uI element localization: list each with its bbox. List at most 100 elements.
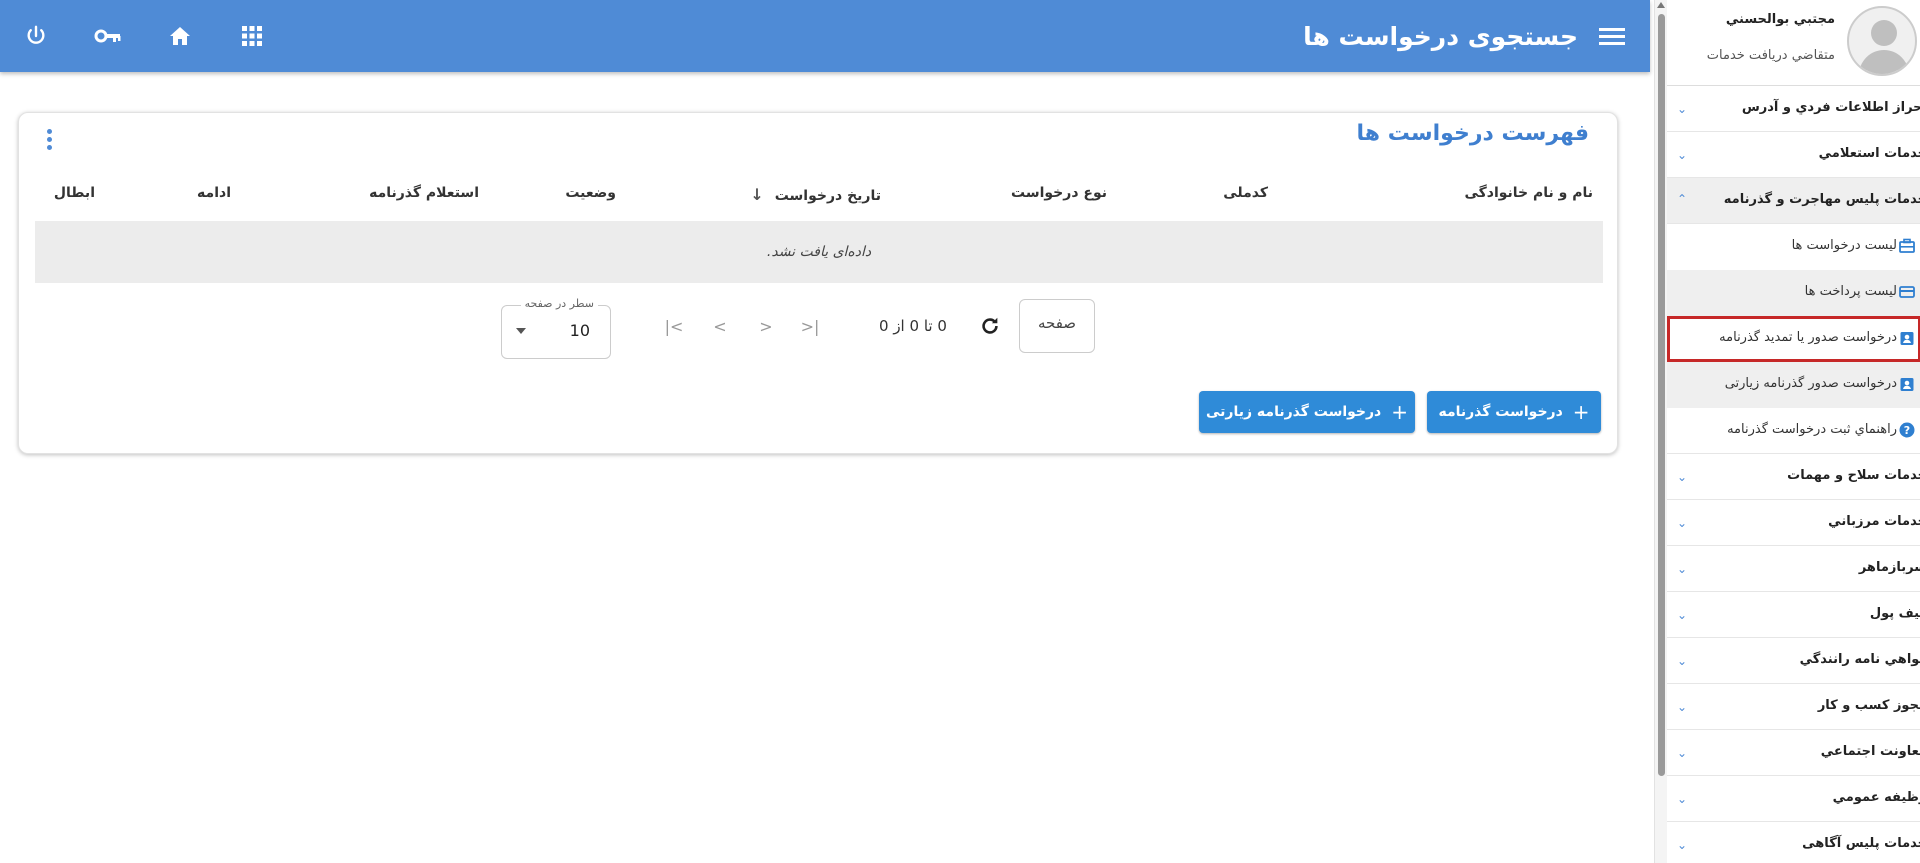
power-icon[interactable] — [20, 20, 52, 52]
sort-down-icon[interactable]: ↓ — [750, 185, 763, 204]
next-page-icon[interactable]: > — [755, 313, 777, 339]
plus-icon: + — [1572, 400, 1590, 424]
last-page-icon[interactable]: >| — [799, 313, 821, 339]
column-header-request-date[interactable]: تاریخ درخواست ↓ — [750, 185, 881, 204]
rows-per-page-label: سطر در صفحه — [520, 297, 598, 310]
sidebar-item-driving-license[interactable]: گواهي نامه رانندگي ⌄ — [1667, 638, 1920, 684]
avatar[interactable] — [1847, 6, 1917, 76]
sidebar-scrollbar[interactable] — [1655, 0, 1667, 863]
sidebar-subitem-label: ليست درخواست ها — [1791, 238, 1897, 253]
sidebar-item-label: وظيفه عمومي — [1832, 790, 1920, 805]
rows-per-page-select[interactable]: سطر در صفحه 10 — [501, 297, 611, 359]
key-icon[interactable] — [92, 20, 124, 52]
dropdown-caret-icon — [516, 328, 526, 334]
sidebar-subitem-passport-issue-renew[interactable]: درخواست صدور يا تمديد گذرنامه — [1667, 316, 1920, 362]
scrollbar-thumb[interactable] — [1658, 14, 1665, 776]
sidebar-item-label: گواهي نامه رانندگي — [1799, 652, 1920, 667]
column-header-passport-inquiry[interactable]: استعلام گذرنامه — [369, 185, 479, 201]
chevron-down-icon: ⌄ — [1677, 746, 1688, 760]
user-name: مجتبي بوالحسني — [1725, 12, 1835, 27]
sidebar-item-label: مجوز کسب و کار — [1817, 698, 1920, 713]
refresh-icon[interactable] — [979, 315, 1005, 341]
menu-icon[interactable] — [1596, 20, 1628, 52]
sidebar-item-label: سربازماهر — [1858, 560, 1920, 575]
sidebar-subitem-pilgrim-passport[interactable]: درخواست صدور گذرنامه زیارتی — [1667, 362, 1920, 408]
sidebar-subitem-label: درخواست صدور يا تمديد گذرنامه — [1719, 330, 1897, 345]
column-header-full-name[interactable]: نام و نام خانوادگی — [1464, 185, 1593, 201]
pilgrim-passport-request-label: درخواست گذرنامه زیارتی — [1205, 404, 1382, 420]
svg-text:?: ? — [1904, 424, 1910, 437]
sidebar-item-inquiry-services[interactable]: خدمات استعلامي ⌄ — [1667, 132, 1920, 178]
chevron-down-icon: ⌄ — [1677, 148, 1688, 162]
chevron-down-icon: ⌄ — [1677, 102, 1688, 116]
user-profile: مجتبي بوالحسني متقاضي دريافت خدمات — [1667, 0, 1920, 86]
column-header-continue[interactable]: ادامه — [197, 185, 231, 201]
sidebar-subitem-payments-list[interactable]: ليست پرداخت ها — [1667, 270, 1920, 316]
sidebar: مجتبي بوالحسني متقاضي دريافت خدمات احراز… — [1654, 0, 1920, 863]
sidebar-item-label: معاونت اجتماعي — [1820, 744, 1920, 759]
sidebar-item-weapons-ammo[interactable]: خدمات سلاح و مهمات ⌄ — [1667, 454, 1920, 500]
credit-card-icon — [1899, 284, 1915, 300]
scroll-up-arrow-icon[interactable] — [1657, 2, 1665, 8]
chevron-down-icon: ⌄ — [1677, 838, 1688, 852]
pagination: صفحه 0 تا 0 از 0 >| > < |< سطر در صفحه 1… — [19, 293, 1619, 359]
chevron-up-icon: ⌃ — [1677, 192, 1688, 206]
sidebar-item-identity-address[interactable]: احراز اطلاعات فردي و آدرس ⌄ — [1667, 86, 1920, 132]
sidebar-item-label: کیف پول — [1869, 606, 1920, 621]
sidebar-item-label: احراز اطلاعات فردي و آدرس — [1741, 100, 1920, 115]
column-header-status[interactable]: وضعیت — [565, 185, 616, 201]
column-header-national-code[interactable]: کدملی — [1223, 185, 1268, 201]
more-options-icon[interactable] — [43, 127, 55, 153]
sidebar-item-label: خدمات سلاح و مهمات — [1787, 468, 1920, 483]
plus-icon: + — [1391, 400, 1409, 424]
chevron-down-icon: ⌄ — [1677, 470, 1688, 484]
sidebar-subitem-requests-list[interactable]: ليست درخواست ها — [1667, 224, 1920, 270]
previous-page-icon[interactable]: < — [709, 313, 731, 339]
chevron-down-icon: ⌄ — [1677, 700, 1688, 714]
pilgrim-passport-request-button[interactable]: + درخواست گذرنامه زیارتی — [1199, 391, 1415, 433]
page-number-box[interactable]: صفحه — [1019, 299, 1095, 353]
chevron-down-icon: ⌄ — [1677, 516, 1688, 530]
rows-per-page-value: 10 — [569, 321, 590, 340]
request-date-label: تاریخ درخواست — [774, 188, 881, 204]
sidebar-item-skilled-soldier[interactable]: سربازماهر ⌄ — [1667, 546, 1920, 592]
pagination-range: 0 تا 0 از 0 — [879, 317, 947, 335]
empty-message: داده‌ای یافت نشد. — [766, 244, 872, 260]
sidebar-subitem-passport-guide[interactable]: ? راهنماي ثبت درخواست گذرنامه — [1667, 408, 1920, 454]
sidebar-item-wallet[interactable]: کیف پول ⌄ — [1667, 592, 1920, 638]
chevron-down-icon: ⌄ — [1677, 654, 1688, 668]
sidebar-item-label: خدمات استعلامي — [1818, 146, 1920, 161]
sidebar-subitem-label: درخواست صدور گذرنامه زیارتی — [1724, 376, 1897, 391]
sidebar-item-immigration-passport[interactable]: خدمات پليس مهاجرت و گذرنامه ⌃ — [1667, 178, 1920, 224]
sidebar-item-social-deputy[interactable]: معاونت اجتماعي ⌄ — [1667, 730, 1920, 776]
user-role: متقاضي دريافت خدمات — [1706, 48, 1835, 63]
sidebar-item-label: خدمات مرزباني — [1828, 514, 1920, 529]
passport-request-label: درخواست گذرنامه — [1438, 404, 1563, 420]
chevron-down-icon: ⌄ — [1677, 562, 1688, 576]
badge-icon — [1899, 330, 1915, 346]
home-icon[interactable] — [164, 20, 196, 52]
card-title: فهرست درخواست ها — [1356, 121, 1589, 146]
sidebar-item-business-license[interactable]: مجوز کسب و کار ⌄ — [1667, 684, 1920, 730]
sidebar-item-label: خدمات پليس مهاجرت و گذرنامه — [1723, 192, 1920, 207]
top-bar: جستجوی درخواست ها — [0, 0, 1650, 72]
sidebar-menu: احراز اطلاعات فردي و آدرس ⌄ خدمات استعلا… — [1667, 86, 1920, 863]
page-title: جستجوی درخواست ها — [1303, 21, 1578, 51]
app-root: جستجوی درخواست ها فهرست درخواست ها نام و… — [0, 0, 1920, 863]
sidebar-item-border-services[interactable]: خدمات مرزباني ⌄ — [1667, 500, 1920, 546]
badge-icon — [1899, 376, 1915, 392]
sidebar-subitem-label: ليست پرداخت ها — [1804, 284, 1897, 299]
chevron-down-icon: ⌄ — [1677, 792, 1688, 806]
sidebar-item-detective-police[interactable]: خدمات پلیس آگاهی ⌄ — [1667, 822, 1920, 863]
passport-request-button[interactable]: + درخواست گذرنامه — [1427, 391, 1601, 433]
sidebar-item-label: خدمات پلیس آگاهی — [1802, 836, 1920, 851]
help-icon: ? — [1899, 422, 1915, 438]
sidebar-item-public-duty[interactable]: وظيفه عمومي ⌄ — [1667, 776, 1920, 822]
apps-grid-icon[interactable] — [236, 20, 268, 52]
first-page-icon[interactable]: |< — [663, 313, 685, 339]
briefcase-icon — [1899, 238, 1915, 254]
column-header-request-type[interactable]: نوع درخواست — [1011, 185, 1107, 201]
sidebar-subitem-label: راهنماي ثبت درخواست گذرنامه — [1727, 422, 1897, 437]
empty-table-row: داده‌ای یافت نشد. — [35, 221, 1603, 283]
column-header-cancel[interactable]: ابطال — [54, 185, 95, 201]
